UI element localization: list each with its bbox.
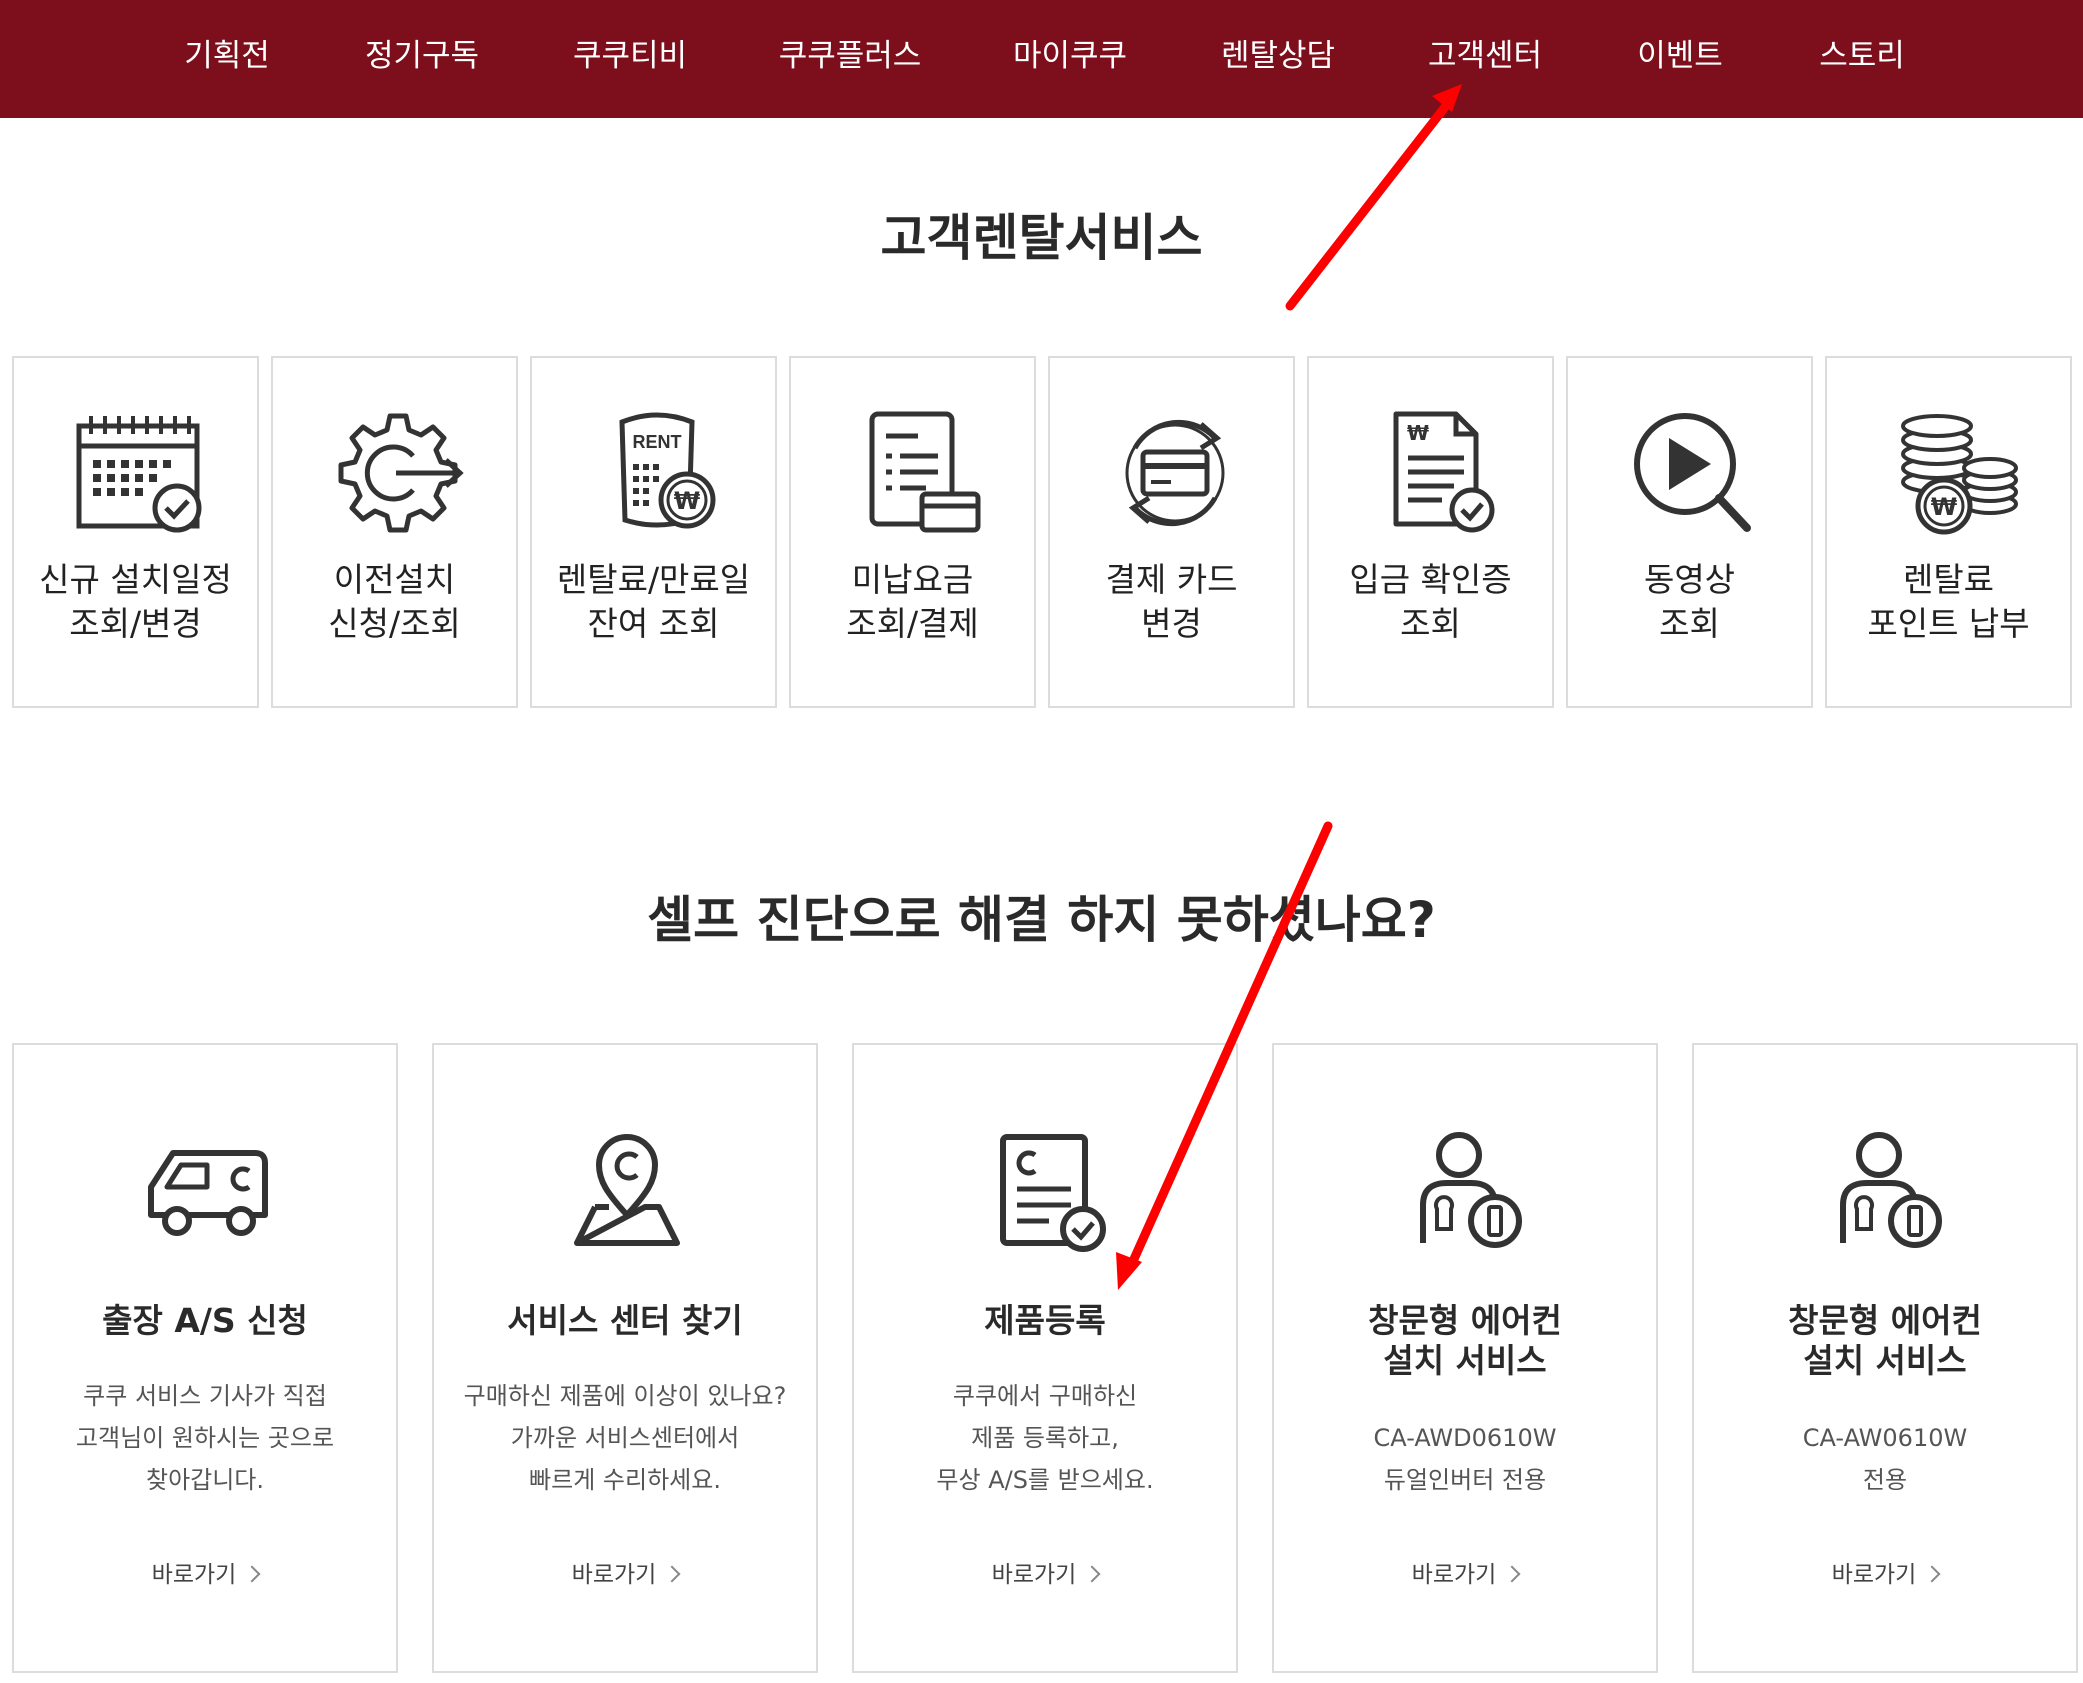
help-card-title: 창문형 에어컨 설치 서비스	[1368, 1301, 1562, 1380]
nav-item-cuckoo-tv[interactable]: 쿠쿠티비	[573, 0, 687, 112]
rent-icon-text: RENT	[633, 432, 682, 452]
video-search-icon	[1634, 413, 1751, 532]
gear-arrow-icon	[338, 413, 464, 533]
chevron-right-icon	[1923, 1565, 1941, 1583]
shortcut-link[interactable]: 바로가기	[14, 1555, 396, 1589]
nav-item-event[interactable]: 이벤트	[1637, 0, 1723, 112]
rental-card-label: 입금 확인증 조회	[1349, 560, 1512, 643]
help-card-service-center: 서비스 센터 찾기 구매하신 제품에 이상이 있나요? 가까운 서비스센터에서 …	[432, 1043, 818, 1673]
card-refresh-icon	[1125, 419, 1225, 527]
shortcut-link[interactable]: 바로가기	[1274, 1555, 1656, 1589]
rental-card-deposit-receipt[interactable]: ₩ 입금 확인증 조회	[1307, 356, 1554, 708]
rental-card-label: 이전설치 신청/조회	[328, 560, 461, 643]
shortcut-link-label: 바로가기	[571, 1562, 657, 1588]
rental-section-title: 고객렌탈서비스	[880, 209, 1203, 267]
help-section-title: 셀프 진단으로 해결 하지 못하셨나요?	[647, 891, 1436, 949]
help-card-description: 쿠쿠에서 구매하신 제품 등록하고, 무상 A/S를 받으세요.	[936, 1382, 1154, 1494]
rental-card-label: 렌탈료 포인트 납부	[1867, 560, 2030, 643]
rental-card-point-payment[interactable]: ₩ 렌탈료 포인트 납부	[1825, 356, 2072, 708]
help-card-title: 제품등록	[984, 1301, 1106, 1340]
nav-item-subscription[interactable]: 정기구독	[365, 0, 479, 112]
help-card-product-registration: 제품등록 쿠쿠에서 구매하신 제품 등록하고, 무상 A/S를 받으세요. 바로…	[852, 1043, 1238, 1673]
rental-card-unpaid-bill[interactable]: 미납요금 조회/결제	[789, 356, 1036, 708]
nav-item-story[interactable]: 스토리	[1819, 0, 1905, 112]
shortcut-link-label: 바로가기	[1411, 1562, 1497, 1588]
rental-card-label: 동영상 조회	[1643, 560, 1736, 643]
technician-icon	[1840, 1132, 1942, 1248]
nav-item-my-cuckoo[interactable]: 마이쿠쿠	[1013, 0, 1127, 112]
location-pin-icon	[574, 1134, 680, 1246]
help-card-title: 출장 A/S 신청	[102, 1301, 308, 1340]
shortcut-link[interactable]: 바로가기	[1694, 1555, 2076, 1589]
rental-card-install-schedule[interactable]: 신규 설치일정 조회/변경	[12, 356, 259, 708]
svg-text:₩: ₩	[1407, 421, 1429, 445]
rental-card-payment-card-change[interactable]: 결제 카드 변경	[1048, 356, 1295, 708]
shortcut-link-label: 바로가기	[1831, 1562, 1917, 1588]
rental-card-label: 신규 설치일정 조회/변경	[39, 560, 232, 643]
help-card-description: CA-AWD0610W 듀얼인버터 전용	[1373, 1424, 1557, 1494]
chevron-right-icon	[243, 1565, 261, 1583]
help-card-description: 쿠쿠 서비스 기사가 직접 고객님이 원하시는 곳으로 찾아갑니다.	[75, 1382, 335, 1494]
shortcut-link-label: 바로가기	[991, 1562, 1077, 1588]
nav-item-customer-center[interactable]: 고객센터	[1428, 0, 1542, 112]
rental-card-label: 미납요금 조회/결제	[846, 560, 979, 643]
rental-card-rental-fee-expiry[interactable]: RENT ₩ 렌탈료/만료일 잔여 조회	[530, 356, 777, 708]
calendar-check-icon	[76, 416, 202, 533]
rent-won-icon: RENT ₩	[619, 412, 716, 529]
technician-icon	[1420, 1132, 1522, 1248]
document-check-icon	[1000, 1134, 1106, 1252]
rental-card-label: 결제 카드 변경	[1105, 560, 1238, 643]
nav-item-exhibition[interactable]: 기획전	[184, 0, 270, 112]
won-document-check-icon: ₩	[1393, 411, 1495, 533]
help-card-description: 구매하신 제품에 이상이 있나요? 가까운 서비스센터에서 빠르게 수리하세요.	[463, 1382, 787, 1494]
bill-card-icon	[869, 411, 981, 533]
svg-text:₩: ₩	[674, 487, 701, 515]
service-van-icon	[148, 1150, 268, 1236]
svg-text:₩: ₩	[1931, 493, 1958, 521]
help-card-window-ac: 창문형 에어컨 설치 서비스 CA-AW0610W 전용 바로가기	[1692, 1043, 2078, 1673]
help-card-title: 서비스 센터 찾기	[507, 1301, 743, 1340]
help-card-description: CA-AW0610W 전용	[1802, 1424, 1968, 1494]
shortcut-link[interactable]: 바로가기	[434, 1555, 816, 1589]
help-card-window-ac-dual: 창문형 에어컨 설치 서비스 CA-AWD0610W 듀얼인버터 전용 바로가기	[1272, 1043, 1658, 1673]
shortcut-link-label: 바로가기	[151, 1562, 237, 1588]
chevron-right-icon	[663, 1565, 681, 1583]
shortcut-link[interactable]: 바로가기	[854, 1555, 1236, 1589]
top-navigation-bar: 기획전 정기구독 쿠쿠티비 쿠쿠플러스 마이쿠쿠 렌탈상담 고객센터 이벤트 스…	[0, 0, 2083, 118]
chevron-right-icon	[1503, 1565, 1521, 1583]
rental-card-video[interactable]: 동영상 조회	[1566, 356, 1813, 708]
help-card-title: 창문형 에어컨 설치 서비스	[1788, 1301, 1982, 1380]
coin-stack-icon: ₩	[1901, 414, 2018, 535]
nav-item-rental-consult[interactable]: 렌탈상담	[1221, 0, 1335, 112]
help-card-onsite-as: 출장 A/S 신청 쿠쿠 서비스 기사가 직접 고객님이 원하시는 곳으로 찾아…	[12, 1043, 398, 1673]
nav-item-cuckoo-plus[interactable]: 쿠쿠플러스	[779, 0, 922, 112]
rental-card-label: 렌탈료/만료일 잔여 조회	[556, 560, 751, 643]
rental-card-relocation-install[interactable]: 이전설치 신청/조회	[271, 356, 518, 708]
chevron-right-icon	[1083, 1565, 1101, 1583]
